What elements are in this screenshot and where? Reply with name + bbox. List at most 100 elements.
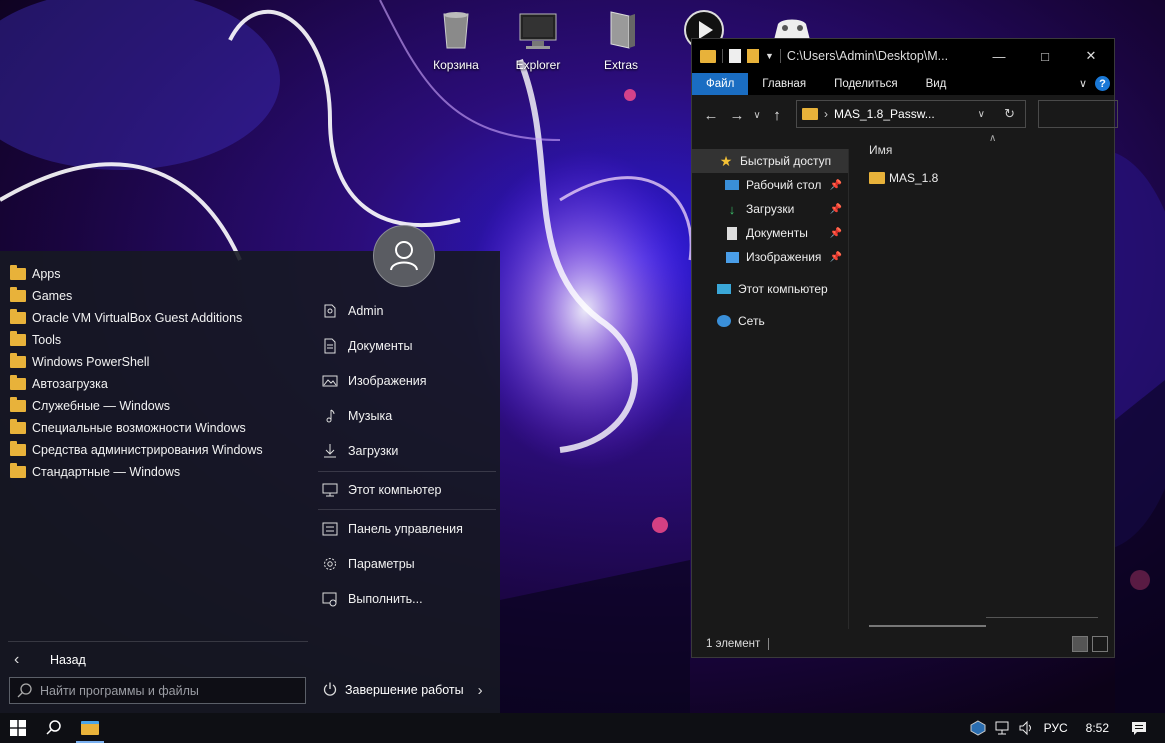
- place-documents[interactable]: Документы: [320, 334, 412, 358]
- refresh-icon[interactable]: ↻: [1004, 106, 1015, 122]
- desktop-icon-label: Explorer: [515, 58, 561, 72]
- breadcrumb[interactable]: MAS_1.8_Passw...: [834, 107, 935, 121]
- control-panel-icon: [320, 519, 340, 539]
- program-folder-system-tools[interactable]: Служебные — Windows: [10, 395, 263, 417]
- file-item[interactable]: MAS_1.8: [869, 171, 938, 185]
- details-view-icon[interactable]: [1072, 636, 1088, 652]
- gear-icon: [320, 554, 340, 574]
- ribbon-right-controls: ∨ ?: [1079, 76, 1110, 91]
- place-music[interactable]: Музыка: [320, 404, 392, 428]
- place-downloads[interactable]: Загрузки: [320, 439, 398, 463]
- pin-icon: 📌: [829, 179, 842, 191]
- desktop-icon: [724, 177, 740, 193]
- run-icon: [320, 589, 340, 609]
- user-avatar[interactable]: [373, 225, 435, 287]
- network-icon: [716, 313, 732, 329]
- volume-icon[interactable]: [1014, 720, 1038, 736]
- chevron-right-icon[interactable]: ›: [478, 682, 483, 699]
- nav-desktop[interactable]: Рабочий стол 📌: [692, 173, 848, 197]
- document-icon: [320, 336, 340, 356]
- properties-icon[interactable]: [729, 49, 741, 63]
- column-header-name[interactable]: Имя: [869, 143, 892, 157]
- start-search-box[interactable]: [9, 677, 306, 704]
- folder-icon: [10, 331, 26, 346]
- chevron-down-icon[interactable]: ▼: [765, 51, 774, 61]
- desktop-icon-extras[interactable]: Extras: [581, 8, 661, 72]
- address-bar[interactable]: › MAS_1.8_Passw... ∨ ↻: [796, 100, 1026, 128]
- place-control-panel[interactable]: Панель управления: [320, 517, 463, 541]
- close-button[interactable]: ✕: [1068, 39, 1114, 73]
- forward-arrow-icon[interactable]: →: [724, 107, 750, 124]
- taskbar-search-button[interactable]: [36, 713, 72, 743]
- place-run[interactable]: Выполнить...: [320, 587, 423, 611]
- program-folder-autostart[interactable]: Автозагрузка: [10, 373, 263, 395]
- view-toggle: [1072, 636, 1108, 652]
- program-folder-accessibility[interactable]: Специальные возможности Windows: [10, 417, 263, 439]
- shutdown-button[interactable]: Завершение работы ›: [322, 681, 483, 699]
- notifications-icon[interactable]: [1127, 720, 1151, 736]
- tab-file[interactable]: Файл: [692, 73, 749, 95]
- nav-network[interactable]: Сеть: [692, 309, 848, 333]
- minimize-button[interactable]: —: [976, 39, 1022, 73]
- search-icon: [46, 720, 61, 735]
- place-admin[interactable]: Admin: [320, 299, 383, 323]
- address-dropdown-icon[interactable]: ∨: [978, 109, 985, 120]
- image-icon: [320, 371, 340, 391]
- folder-icon: [81, 721, 99, 735]
- program-folder-games[interactable]: Games: [10, 285, 263, 307]
- explorer-titlebar[interactable]: ▼ C:\Users\Admin\Desktop\M... — □ ✕: [692, 39, 1114, 73]
- place-settings[interactable]: Параметры: [320, 552, 415, 576]
- folder-icon: [869, 172, 885, 184]
- program-folder-accessories[interactable]: Стандартные — Windows: [10, 461, 263, 483]
- computer-icon: [320, 480, 340, 500]
- divider: [318, 471, 496, 472]
- language-indicator[interactable]: РУС: [1044, 721, 1068, 735]
- start-menu: Apps Games Oracle VM VirtualBox Guest Ad…: [0, 251, 500, 713]
- place-pictures[interactable]: Изображения: [320, 369, 427, 393]
- program-folder-tools[interactable]: Tools: [10, 329, 263, 351]
- virtualbox-tray-icon[interactable]: [966, 720, 990, 736]
- folder-icon: [10, 397, 26, 412]
- back-button[interactable]: ‹ Назад: [14, 649, 86, 671]
- back-arrow-icon[interactable]: ←: [698, 107, 724, 124]
- explorer-search-field[interactable]: [1038, 100, 1118, 128]
- tab-share[interactable]: Поделиться: [820, 73, 912, 95]
- nav-pictures[interactable]: Изображения 📌: [692, 245, 848, 269]
- start-button[interactable]: [0, 713, 36, 743]
- place-this-pc[interactable]: Этот компьютер: [320, 478, 441, 502]
- program-folder-list: Apps Games Oracle VM VirtualBox Guest Ad…: [10, 263, 263, 483]
- folder-icon: [10, 419, 26, 434]
- horizontal-scrollbar[interactable]: [869, 625, 986, 627]
- program-folder-virtualbox[interactable]: Oracle VM VirtualBox Guest Additions: [10, 307, 263, 329]
- nav-this-pc[interactable]: Этот компьютер: [692, 277, 848, 301]
- breadcrumb-separator-icon: ›: [824, 107, 828, 121]
- nav-documents[interactable]: Документы 📌: [692, 221, 848, 245]
- nav-quick-access[interactable]: ★ Быстрый доступ: [692, 149, 848, 173]
- up-arrow-icon[interactable]: ↑: [764, 107, 790, 124]
- tab-home[interactable]: Главная: [748, 73, 820, 95]
- quick-access-toolbar: ▼: [700, 49, 781, 63]
- tab-view[interactable]: Вид: [912, 73, 961, 95]
- expand-ribbon-icon[interactable]: ∨: [1079, 77, 1087, 90]
- download-icon: ↓: [728, 201, 736, 217]
- divider: [768, 638, 770, 650]
- nav-downloads[interactable]: ↓ Загрузки 📌: [692, 197, 848, 221]
- start-search-input[interactable]: [38, 682, 292, 699]
- program-folder-apps[interactable]: Apps: [10, 263, 263, 285]
- program-folder-powershell[interactable]: Windows PowerShell: [10, 351, 263, 373]
- desktop-icon-recycle-bin[interactable]: Корзина: [416, 8, 496, 72]
- large-icons-view-icon[interactable]: [1092, 636, 1108, 652]
- pin-icon: 📌: [829, 251, 842, 263]
- status-bar: 1 элемент: [692, 631, 1114, 657]
- desktop-icon-explorer[interactable]: Explorer: [498, 8, 578, 72]
- network-icon[interactable]: [990, 720, 1014, 736]
- program-folder-admin-tools[interactable]: Средства администрирования Windows: [10, 439, 263, 461]
- taskbar-explorer-button[interactable]: [72, 713, 108, 743]
- maximize-button[interactable]: □: [1022, 39, 1068, 73]
- clock[interactable]: 8:52: [1086, 721, 1109, 735]
- divider: [8, 641, 308, 642]
- new-folder-icon[interactable]: [747, 49, 759, 63]
- recent-locations-icon[interactable]: ∨: [750, 110, 764, 121]
- help-icon[interactable]: ?: [1095, 76, 1110, 91]
- pin-icon: 📌: [829, 227, 842, 239]
